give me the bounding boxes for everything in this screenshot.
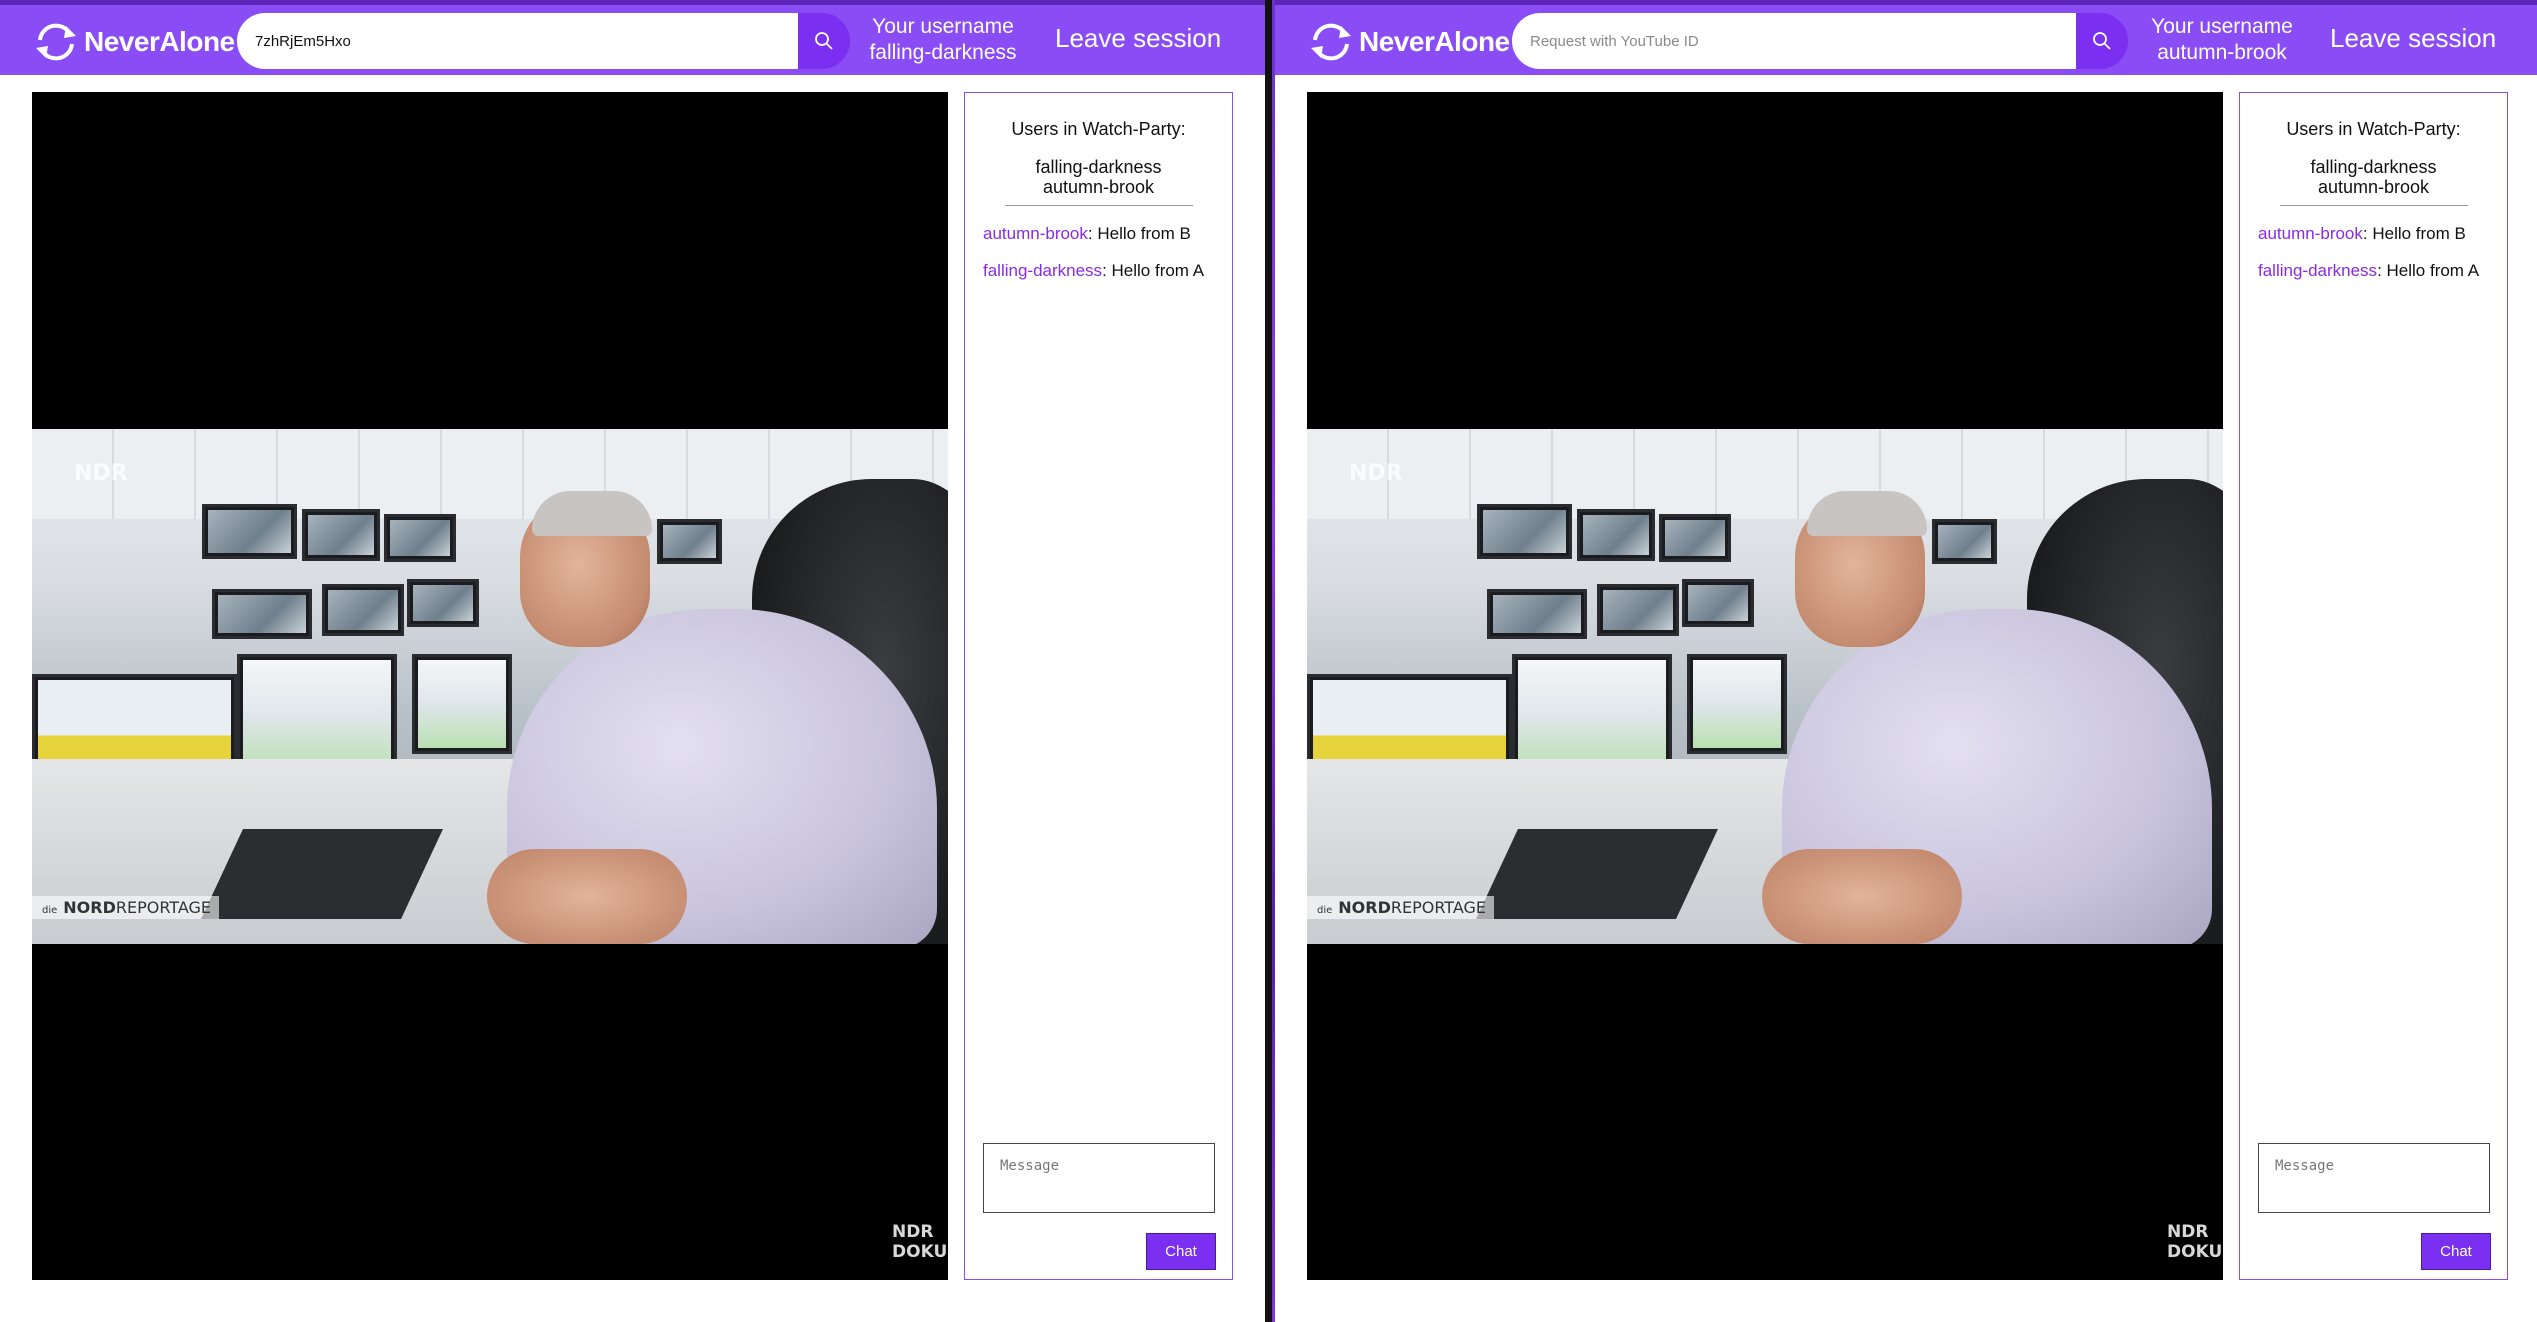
video-scene-monitor [1597, 584, 1679, 636]
top-bar: NeverAlone Your username falling-darknes… [0, 0, 1265, 75]
username-display: Your username falling-darkness [858, 14, 1028, 66]
video-scene-monitor [1932, 519, 1997, 564]
chat-send-button[interactable]: Chat [2421, 1233, 2491, 1270]
badge-prefix: die [1317, 905, 1333, 916]
search-input[interactable] [1512, 13, 2076, 69]
username-value: falling-darkness [869, 41, 1017, 64]
program-badge: die NORDREPORTAGE [1307, 896, 1494, 919]
video-scene-keyboard [1476, 829, 1718, 919]
search-input[interactable] [237, 13, 798, 69]
search-bar [1512, 13, 2128, 69]
message-author: autumn-brook [983, 224, 1088, 243]
user-entry: falling-darkness [2310, 157, 2437, 177]
ndr-doku-line1: NDR [2167, 1222, 2209, 1242]
video-scene-hair [532, 491, 652, 536]
video-frame: NDR die NORDREPORTAGE [1307, 429, 2223, 944]
chat-message: autumn-brook: Hello from B [983, 223, 1223, 245]
users-title: Users in Watch-Party: [2286, 119, 2461, 139]
ndr-doku-logo: NDR DOKU [892, 1222, 947, 1262]
video-player[interactable]: NDR die NORDREPORTAGE NDR DOKU [1307, 92, 2223, 1280]
browser-window-a: NeverAlone Your username falling-darknes… [0, 0, 1265, 1322]
users-divider [1005, 205, 1193, 206]
video-scene-monitor [412, 654, 512, 754]
search-button[interactable] [2076, 13, 2128, 69]
badge-strong: NORD [63, 898, 116, 917]
message-author: falling-darkness [2258, 261, 2378, 280]
search-icon [815, 32, 833, 50]
video-scene-monitor [322, 584, 404, 636]
chat-message: falling-darkness: Hello from A [2258, 260, 2498, 282]
chat-messages: autumn-brook: Hello from B falling-darkn… [983, 223, 1223, 297]
users-divider [2280, 205, 2468, 206]
video-scene-hands [1762, 849, 1962, 944]
message-author: falling-darkness [983, 261, 1103, 280]
ndr-watermark: NDR [74, 461, 128, 486]
sync-icon [36, 23, 76, 61]
ndr-doku-line2: DOKU [2167, 1242, 2223, 1262]
message-text: : Hello from A [1102, 261, 1205, 280]
leave-session-button[interactable]: Leave session [2330, 23, 2496, 54]
app-logo[interactable]: NeverAlone [32, 17, 235, 67]
users-list: falling-darkness autumn-brook [2240, 157, 2507, 197]
message-input[interactable] [983, 1143, 1215, 1213]
watch-party-panel: Users in Watch-Party: falling-darkness a… [964, 92, 1233, 1280]
chat-message: falling-darkness: Hello from A [983, 260, 1223, 282]
program-badge: die NORDREPORTAGE [32, 896, 219, 919]
chat-messages: autumn-brook: Hello from B falling-darkn… [2258, 223, 2498, 297]
users-title: Users in Watch-Party: [1011, 119, 1186, 139]
video-scene-hands [487, 849, 687, 944]
ndr-doku-logo: NDR DOKU [2167, 1222, 2222, 1262]
message-text: : Hello from A [2377, 261, 2480, 280]
search-button[interactable] [798, 13, 850, 69]
video-frame: NDR die NORDREPORTAGE [32, 429, 948, 944]
video-scene-keyboard [201, 829, 443, 919]
badge-rest: REPORTAGE [115, 898, 211, 917]
badge-strong: NORD [1338, 898, 1391, 917]
ndr-doku-line1: NDR [892, 1222, 934, 1242]
badge-prefix: die [42, 905, 58, 916]
user-entry: falling-darkness [1035, 157, 1162, 177]
user-entry: autumn-brook [2317, 177, 2430, 197]
video-scene-monitor [384, 514, 456, 562]
ndr-watermark: NDR [1349, 461, 1403, 486]
username-value: autumn-brook [2157, 41, 2287, 64]
top-bar: NeverAlone Your username autumn-brook Le… [1275, 0, 2537, 75]
video-scene-monitor [1659, 514, 1731, 562]
search-icon [2093, 32, 2111, 50]
username-display: Your username autumn-brook [2137, 14, 2307, 66]
video-scene-hair [1807, 491, 1927, 536]
username-caption: Your username [872, 15, 1014, 38]
video-scene-monitor [1477, 504, 1572, 559]
users-list: falling-darkness autumn-brook [965, 157, 1232, 197]
video-scene-monitor [657, 519, 722, 564]
username-caption: Your username [2151, 15, 2293, 38]
video-scene-monitor [302, 509, 380, 561]
sync-icon [1311, 23, 1351, 61]
chat-send-button[interactable]: Chat [1146, 1233, 1216, 1270]
watch-party-panel: Users in Watch-Party: falling-darkness a… [2239, 92, 2508, 1280]
leave-session-button[interactable]: Leave session [1055, 23, 1221, 54]
window-divider [1265, 0, 1272, 1322]
app-logo[interactable]: NeverAlone [1307, 17, 1510, 67]
search-bar [237, 13, 850, 69]
video-scene-monitor [1687, 654, 1787, 754]
chat-message: autumn-brook: Hello from B [2258, 223, 2498, 245]
badge-rest: REPORTAGE [1390, 898, 1486, 917]
ndr-doku-line2: DOKU [892, 1242, 948, 1262]
video-player[interactable]: NDR die NORDREPORTAGE NDR DOKU [32, 92, 948, 1280]
app-name: NeverAlone [84, 26, 235, 57]
message-text: : Hello from B [2362, 224, 2466, 243]
video-scene-monitor [1577, 509, 1655, 561]
video-scene-monitor [407, 579, 479, 627]
browser-window-b: NeverAlone Your username autumn-brook Le… [1275, 0, 2537, 1322]
video-scene-monitor [202, 504, 297, 559]
video-scene-monitor [1682, 579, 1754, 627]
video-scene-monitor [1487, 589, 1587, 639]
user-entry: autumn-brook [1042, 177, 1155, 197]
message-author: autumn-brook [2258, 224, 2363, 243]
message-text: : Hello from B [1087, 224, 1191, 243]
message-input[interactable] [2258, 1143, 2490, 1213]
video-scene-monitor [212, 589, 312, 639]
app-name: NeverAlone [1359, 26, 1510, 57]
